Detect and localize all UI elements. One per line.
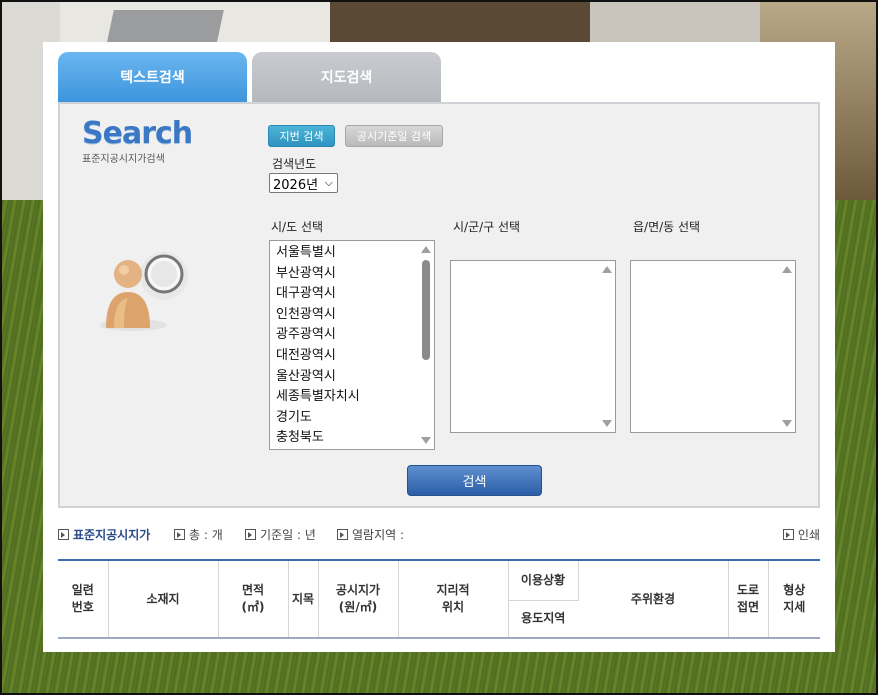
list-item[interactable]: 인천광역시	[276, 305, 360, 326]
list-item[interactable]: 세종특별자치시	[276, 387, 360, 408]
list-item[interactable]: 울산광역시	[276, 367, 360, 388]
list-item[interactable]: 광주광역시	[276, 325, 360, 346]
person-magnifier-icon	[99, 244, 200, 334]
eupmyeondong-label: 읍/면/동 선택	[633, 220, 701, 234]
print-link-text[interactable]: 인쇄	[798, 526, 820, 543]
gongsi-date-search-button[interactable]: 공시기준일 검색	[345, 125, 443, 147]
scroll-up-icon[interactable]	[421, 246, 431, 253]
search-logo: Search 표준지공시지가검색	[82, 116, 193, 166]
sigungu-listbox[interactable]	[450, 260, 616, 433]
chevron-down-icon: ⌵	[324, 176, 333, 189]
scroll-thumb[interactable]	[422, 260, 430, 360]
scroll-down-icon[interactable]	[782, 420, 792, 427]
header-serial: 일련 번호	[58, 560, 109, 639]
list-item[interactable]: 서울특별시	[276, 243, 360, 264]
logo-title: Search	[82, 116, 193, 151]
list-item[interactable]: 대전광역시	[276, 346, 360, 367]
sido-listbox[interactable]: 서울특별시 부산광역시 대구광역시 인천광역시 광주광역시 대전광역시 울산광역…	[269, 240, 435, 450]
print-link[interactable]: 인쇄	[782, 526, 820, 543]
year-label: 검색년도	[272, 157, 317, 171]
search-form: Search 표준지공시지가검색 지번 검색 공시기준일 검색 검색년도 202…	[58, 102, 820, 508]
arrow-right-icon	[337, 529, 348, 540]
eupmyeondong-scrollbar[interactable]	[780, 262, 794, 431]
list-item[interactable]: 경기도	[276, 408, 360, 429]
header-usage-status: 이용상황	[508, 560, 579, 601]
info-title-text: 표준지공시지가	[73, 528, 151, 542]
arrow-right-icon	[782, 529, 794, 540]
info-title: 표준지공시지가	[58, 526, 150, 543]
sido-label: 시/도 선택	[271, 220, 324, 234]
result-table: 일련 번호 소재지 면적 (㎡) 지목 공시지가 (원/㎡) 지리적 위치 이용…	[58, 559, 820, 639]
header-zoning: 용도지역	[508, 600, 578, 639]
scroll-up-icon[interactable]	[782, 266, 792, 273]
info-base-date: 기준일 : 년	[245, 526, 316, 543]
header-area: 면적 (㎡)	[218, 560, 289, 639]
arrow-right-icon	[245, 529, 256, 540]
info-area-text: 열람지역 :	[352, 528, 405, 542]
list-item[interactable]: 대구광역시	[276, 284, 360, 305]
list-item[interactable]: 충청북도	[276, 428, 360, 449]
header-land-category: 지목	[288, 560, 319, 639]
year-select[interactable]: 2026년 ⌵	[269, 173, 338, 193]
header-price: 공시지가 (원/㎡)	[318, 560, 399, 639]
year-select-value: 2026년	[273, 177, 319, 193]
info-base-date-text: 기준일 : 년	[260, 528, 316, 542]
arrow-right-icon	[58, 529, 69, 540]
jibun-search-button[interactable]: 지번 검색	[268, 125, 335, 147]
arrow-right-icon	[174, 529, 185, 540]
search-panel: 텍스트검색 지도검색 Search 표준지공시지가검색 지번 검색 공시기준일 …	[43, 42, 835, 652]
info-total: 총 : 개	[174, 526, 223, 543]
sigungu-label: 시/군/구 선택	[453, 220, 521, 234]
header-surroundings: 주위환경	[578, 560, 729, 639]
sigungu-scrollbar[interactable]	[600, 262, 614, 431]
scroll-up-icon[interactable]	[602, 266, 612, 273]
sido-scrollbar[interactable]	[419, 242, 433, 448]
header-road-frontage: 도로 접면	[728, 560, 769, 639]
search-button[interactable]: 검색	[407, 465, 542, 496]
background-roof	[106, 10, 224, 46]
info-total-text: 총 : 개	[189, 528, 223, 542]
header-location: 소재지	[108, 560, 219, 639]
header-shape-terrain: 형상 지세	[768, 560, 820, 639]
result-info-bar: 표준지공시지가 총 : 개 기준일 : 년 열람지역 : 인쇄	[58, 526, 820, 544]
tab-text-search[interactable]: 텍스트검색	[58, 52, 247, 102]
logo-subtitle: 표준지공시지가검색	[82, 154, 165, 165]
scroll-down-icon[interactable]	[602, 420, 612, 427]
tab-map-search[interactable]: 지도검색	[252, 52, 441, 102]
info-area: 열람지역 :	[337, 526, 404, 543]
eupmyeondong-listbox[interactable]	[630, 260, 796, 433]
list-item[interactable]: 부산광역시	[276, 264, 360, 285]
scroll-down-icon[interactable]	[421, 437, 431, 444]
header-geo-position: 지리적 위치	[398, 560, 509, 639]
